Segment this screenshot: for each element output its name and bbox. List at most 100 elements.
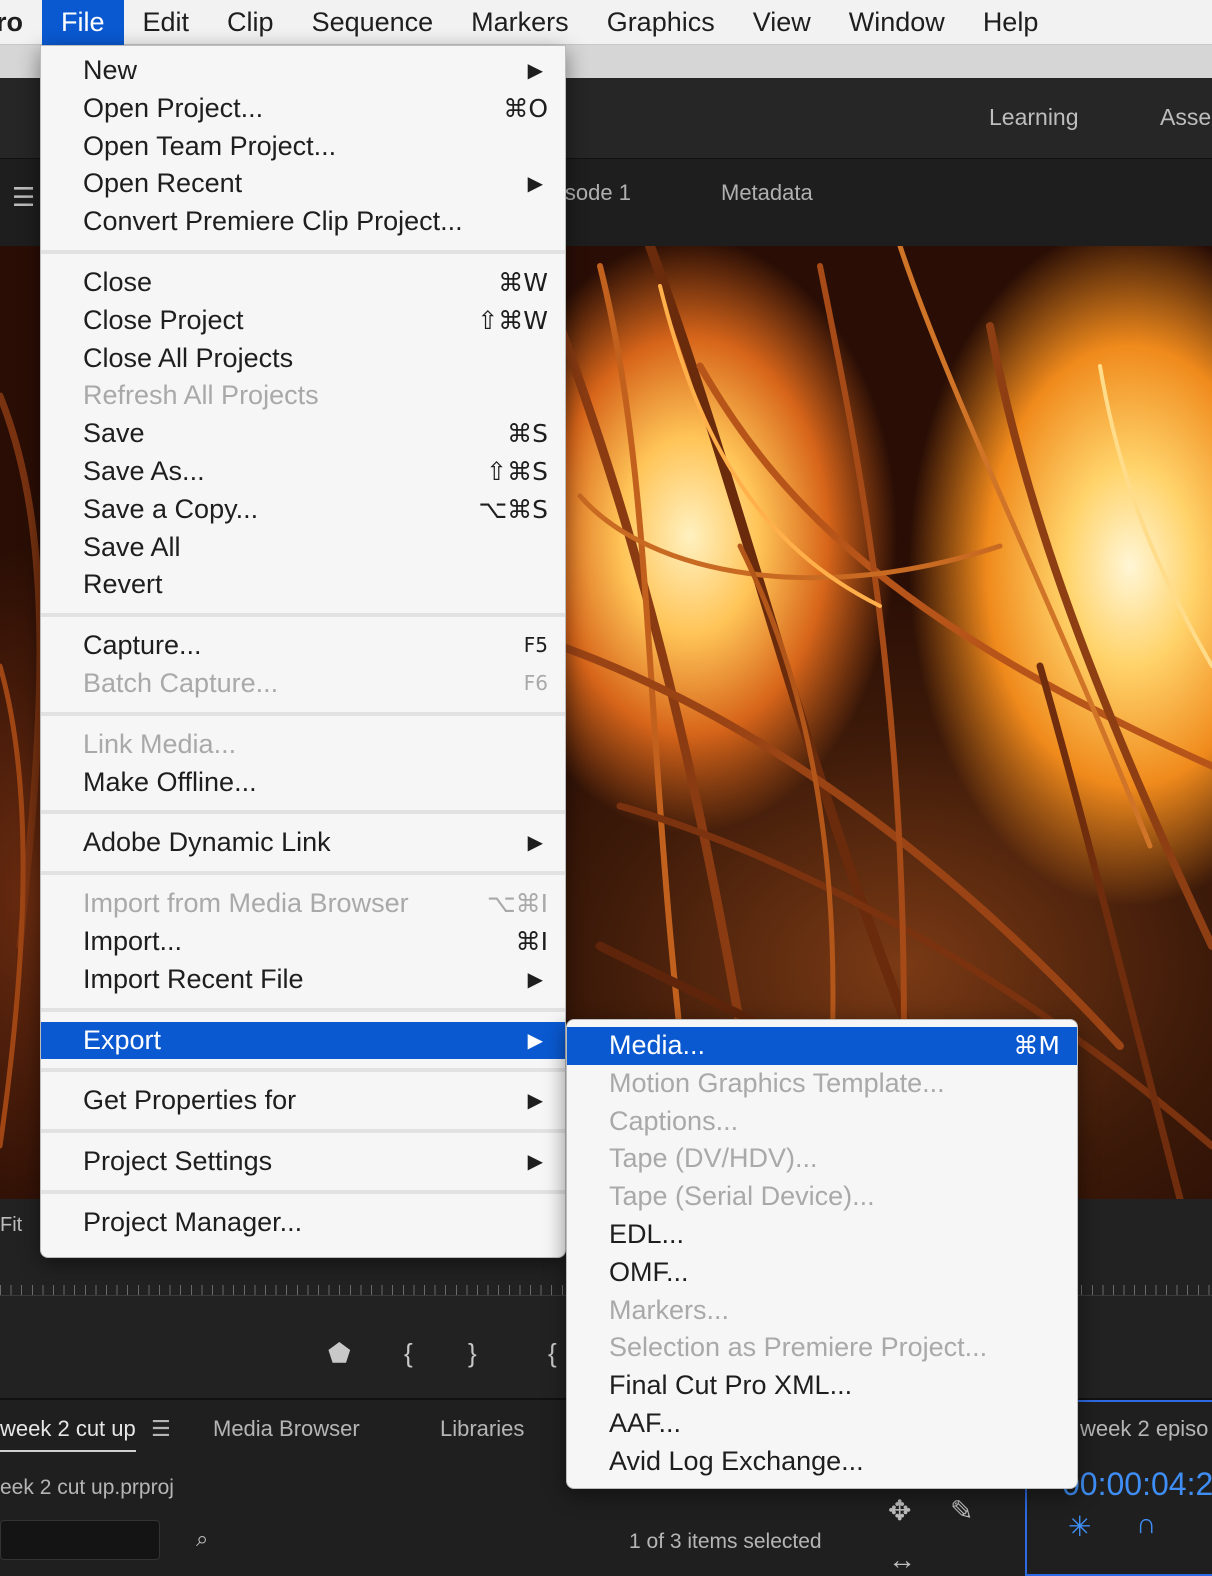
project-search-input[interactable] (0, 1520, 160, 1560)
submenu-arrow-icon: ▶ (527, 966, 543, 991)
menu-item-label: Close All Projects (83, 342, 294, 373)
mark-out-icon[interactable]: } (468, 1338, 477, 1369)
menu-item-shortcut: F5 (523, 633, 548, 658)
menu-item-label: Open Recent (83, 168, 243, 199)
menu-item-label: Open Team Project... (83, 130, 337, 161)
menu-item-shortcut: ⌘S (507, 419, 548, 449)
menu-item-make-offline[interactable]: Make Offline... (41, 764, 565, 802)
tab-media-browser[interactable]: Media Browser (213, 1416, 360, 1442)
menu-item-label: Close Project (83, 304, 244, 335)
menu-item-label: Captions... (609, 1105, 739, 1136)
menu-item-avid-log-exchange[interactable]: Avid Log Exchange... (567, 1443, 1077, 1481)
menu-item-open-team-project[interactable]: Open Team Project... (41, 128, 565, 166)
menu-help[interactable]: Help (964, 0, 1058, 45)
menu-edit[interactable]: Edit (124, 0, 209, 45)
menu-item-shortcut: ⌘O (503, 93, 548, 123)
menu-item-label: Media... (609, 1030, 706, 1060)
menu-item-label: Make Offline... (83, 766, 257, 797)
menu-item-label: Link Media... (83, 728, 237, 759)
menu-item-project-manager[interactable]: Project Manager... (41, 1204, 565, 1242)
tab-episode[interactable]: isode 1 (560, 180, 631, 206)
menu-item-label: Avid Log Exchange... (609, 1445, 864, 1476)
menu-item-label: AAF... (609, 1407, 682, 1438)
menu-item-adobe-dynamic-link[interactable]: Adobe Dynamic Link ▶ (41, 824, 565, 862)
menu-item-edl[interactable]: EDL... (567, 1216, 1077, 1254)
menu-separator (41, 1181, 565, 1204)
menu-window[interactable]: Window (830, 0, 964, 45)
menu-item-label: Import from Media Browser (83, 888, 409, 919)
menu-item-save[interactable]: Save ⌘S (41, 415, 565, 453)
ripple-tool-icon[interactable]: ↔ (888, 1544, 916, 1576)
menu-item-open-project[interactable]: Open Project... ⌘O (41, 90, 565, 128)
menu-item-label: Batch Capture... (83, 667, 279, 698)
tab-timeline-sequence[interactable]: week 2 episo (1080, 1416, 1208, 1442)
workspace-tab-learning[interactable]: Learning (989, 104, 1079, 131)
menu-item-label: Markers... (609, 1294, 730, 1325)
menu-clip[interactable]: Clip (208, 0, 293, 45)
menu-graphics[interactable]: Graphics (588, 0, 734, 45)
menu-bar: ro File Edit Clip Sequence Markers Graph… (0, 0, 1212, 45)
snap-icon[interactable]: ✳ (1068, 1510, 1091, 1543)
app-menu[interactable]: ro (0, 0, 42, 45)
menu-item-capture[interactable]: Capture... F5 (41, 627, 565, 665)
menu-item-label: EDL... (609, 1218, 685, 1249)
tab-project[interactable]: week 2 cut up (0, 1416, 136, 1452)
linked-selection-icon[interactable]: ∩ (1136, 1508, 1156, 1540)
menu-item-new[interactable]: New ▶ (41, 52, 565, 90)
menu-item-tape-dv-hdv: Tape (DV/HDV)... (567, 1140, 1077, 1178)
project-panel-menu-icon[interactable]: ☰ (151, 1416, 171, 1442)
menu-item-aaf[interactable]: AAF... (567, 1405, 1077, 1443)
zoom-fit-label[interactable]: Fit (0, 1214, 22, 1237)
menu-item-label: Capture... (83, 630, 202, 661)
workspace-tab-assembly[interactable]: Asse (1160, 104, 1211, 131)
razor-tool-icon[interactable]: ✎ (950, 1494, 973, 1527)
menu-item-label: Project Manager... (83, 1206, 303, 1237)
menu-item-label: Convert Premiere Clip Project... (83, 206, 463, 237)
menu-item-label: New (83, 55, 138, 85)
go-to-in-icon[interactable]: { (548, 1338, 557, 1369)
menu-item-label: Adobe Dynamic Link (83, 827, 331, 858)
menu-markers[interactable]: Markers (452, 0, 588, 45)
menu-item-batch-capture: Batch Capture... F6 (41, 665, 565, 703)
menu-separator (41, 1120, 565, 1143)
menu-sequence[interactable]: Sequence (293, 0, 453, 45)
find-icon[interactable]: ⌕ (196, 1526, 208, 1552)
tab-metadata[interactable]: Metadata (721, 180, 813, 206)
panel-menu-icon[interactable]: ☰ (12, 182, 35, 213)
menu-item-save-all[interactable]: Save All (41, 529, 565, 567)
menu-item-get-properties-for[interactable]: Get Properties for ▶ (41, 1082, 565, 1120)
menu-item-final-cut-pro-xml[interactable]: Final Cut Pro XML... (567, 1367, 1077, 1405)
menu-item-label: Refresh All Projects (83, 380, 319, 411)
menu-item-revert[interactable]: Revert (41, 566, 565, 604)
menu-item-close[interactable]: Close ⌘W (41, 264, 565, 302)
menu-item-save-as[interactable]: Save As... ⇧⌘S (41, 453, 565, 491)
menu-file[interactable]: File (42, 0, 124, 45)
menu-item-label: Export (83, 1024, 162, 1055)
menu-item-open-recent[interactable]: Open Recent ▶ (41, 165, 565, 203)
menu-view[interactable]: View (734, 0, 830, 45)
menu-item-import-recent-file[interactable]: Import Recent File ▶ (41, 961, 565, 999)
menu-item-media[interactable]: Media... ⌘M (567, 1027, 1077, 1065)
menu-item-shortcut: ⌘W (498, 267, 548, 297)
menu-item-label: OMF... (609, 1256, 689, 1287)
menu-item-convert-premiere-clip-project[interactable]: Convert Premiere Clip Project... (41, 203, 565, 241)
menu-item-label: Close (83, 266, 153, 297)
submenu-arrow-icon: ▶ (527, 171, 543, 196)
menu-item-omf[interactable]: OMF... (567, 1254, 1077, 1292)
menu-item-export[interactable]: Export ▶ (41, 1021, 565, 1060)
menu-item-import[interactable]: Import... ⌘I (41, 923, 565, 961)
menu-item-project-settings[interactable]: Project Settings ▶ (41, 1143, 565, 1181)
menu-item-close-all-projects[interactable]: Close All Projects (41, 340, 565, 378)
menu-item-label: Final Cut Pro XML... (609, 1370, 853, 1401)
submenu-arrow-icon: ▶ (527, 1149, 543, 1174)
tab-libraries[interactable]: Libraries (440, 1416, 524, 1442)
menu-item-save-a-copy[interactable]: Save a Copy... ⌥⌘S (41, 491, 565, 529)
submenu-arrow-icon: ▶ (527, 1027, 543, 1052)
marker-icon[interactable]: ⬟ (328, 1338, 351, 1369)
timeline-timecode[interactable]: 00:00:04:2 (1062, 1466, 1212, 1503)
selection-status: 1 of 3 items selected (629, 1530, 822, 1553)
mark-in-icon[interactable]: { (404, 1338, 413, 1369)
menu-item-close-project[interactable]: Close Project ⇧⌘W (41, 302, 565, 340)
menu-item-label: Revert (83, 569, 163, 600)
move-tool-icon[interactable]: ✥ (888, 1494, 911, 1527)
